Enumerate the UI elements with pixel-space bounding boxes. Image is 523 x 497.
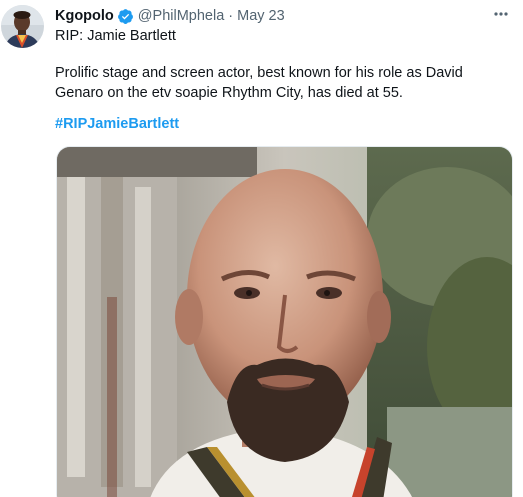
tweet-body: Prolific stage and screen actor, best kn… (55, 65, 463, 101)
tweet-header: Kgopolo @PhilMphela · May 23 (55, 6, 285, 26)
tweet-photo[interactable] (56, 146, 513, 497)
tweet-first-line: RIP: Jamie Bartlett (55, 28, 176, 44)
verified-badge-icon (117, 8, 134, 25)
tweet-date[interactable]: May 23 (237, 8, 285, 24)
separator-dot: · (228, 8, 234, 24)
avatar-image (1, 5, 44, 48)
more-options-icon[interactable] (491, 6, 511, 22)
hashtag-link[interactable]: #RIPJamieBartlett (55, 116, 179, 132)
tweet[interactable]: Kgopolo @PhilMphela · May 23 RIP: Jamie … (0, 0, 523, 497)
display-name[interactable]: Kgopolo (55, 8, 114, 24)
user-handle[interactable]: @PhilMphela (138, 8, 224, 24)
portrait-image (57, 147, 512, 497)
avatar[interactable] (1, 5, 44, 48)
